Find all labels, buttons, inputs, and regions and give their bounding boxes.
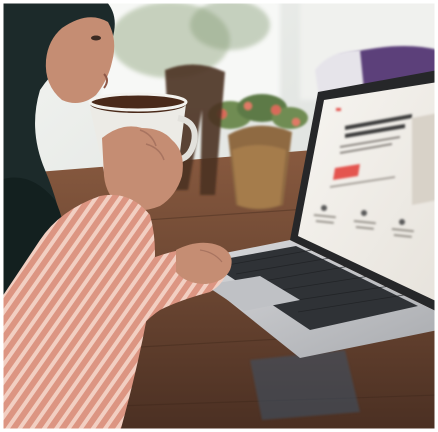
person-eye — [91, 35, 101, 41]
table-stain — [250, 350, 360, 420]
photo-scene — [0, 0, 438, 432]
photo — [0, 0, 438, 432]
person-hand-laptop — [176, 242, 232, 284]
site-logo — [336, 108, 341, 111]
site-hero-image — [412, 113, 438, 205]
